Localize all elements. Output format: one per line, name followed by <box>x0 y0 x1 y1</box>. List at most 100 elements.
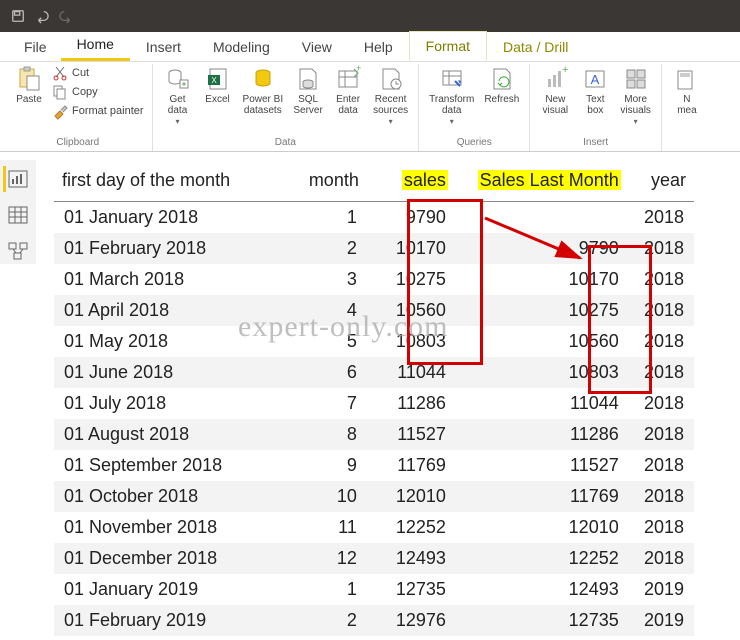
cell-c1: 01 November 2018 <box>54 512 293 543</box>
view-switcher <box>0 160 36 264</box>
group-calculations: N mea <box>662 64 712 151</box>
tab-home[interactable]: Home <box>61 30 130 61</box>
paste-button[interactable]: Paste <box>10 64 48 107</box>
new-visual-label: New visual <box>543 94 569 116</box>
text-box-button[interactable]: A Text box <box>576 64 614 118</box>
col-header-date[interactable]: first day of the month <box>54 164 293 202</box>
file-tab[interactable]: File <box>10 33 61 61</box>
table-row[interactable]: 01 June 2018611044108032018 <box>54 357 694 388</box>
ribbon-tabs: File Home Insert Modeling View Help Form… <box>0 32 740 62</box>
cell-c1: 01 December 2018 <box>54 543 293 574</box>
format-painter-button[interactable]: Format painter <box>50 102 146 120</box>
group-clipboard: Paste Cut Copy <box>4 64 153 151</box>
cell-c5: 2018 <box>629 295 694 326</box>
cell-c2: 2 <box>293 605 367 636</box>
table-row[interactable]: 01 August 2018811527112862018 <box>54 419 694 450</box>
get-data-button[interactable]: Get data ▾ <box>159 64 197 129</box>
cell-c1: 01 October 2018 <box>54 481 293 512</box>
copy-button[interactable]: Copy <box>50 83 146 101</box>
recent-sources-button[interactable]: Recent sources ▾ <box>369 64 412 129</box>
cell-c4: 12010 <box>456 512 629 543</box>
new-measure-button[interactable]: N mea <box>668 64 706 118</box>
tab-help[interactable]: Help <box>348 33 409 61</box>
model-view-button[interactable] <box>4 238 32 264</box>
col-header-sales[interactable]: sales <box>367 164 456 202</box>
excel-button[interactable]: X Excel <box>199 64 237 107</box>
cell-c5: 2018 <box>629 450 694 481</box>
paste-icon <box>16 66 42 92</box>
transform-data-button[interactable]: Transform data ▾ <box>425 64 478 129</box>
cell-c1: 01 March 2018 <box>54 264 293 295</box>
refresh-button[interactable]: Refresh <box>480 64 523 107</box>
tab-view[interactable]: View <box>286 33 348 61</box>
cell-c5: 2018 <box>629 357 694 388</box>
table-row[interactable]: 01 January 2019112735124932019 <box>54 574 694 605</box>
cell-c4: 10803 <box>456 357 629 388</box>
cell-c4 <box>456 202 629 234</box>
cell-c2: 2 <box>293 233 367 264</box>
group-label-insert: Insert <box>583 135 608 151</box>
col-header-year[interactable]: year <box>629 164 694 202</box>
cell-c4: 11527 <box>456 450 629 481</box>
chevron-down-icon: ▾ <box>389 116 393 127</box>
cut-button[interactable]: Cut <box>50 64 146 82</box>
cell-c5: 2018 <box>629 543 694 574</box>
group-queries: Transform data ▾ Refresh Queries <box>419 64 530 151</box>
more-visuals-button[interactable]: More visuals ▾ <box>616 64 655 129</box>
pbi-datasets-button[interactable]: Power BI datasets <box>239 64 288 118</box>
cell-c5: 2018 <box>629 388 694 419</box>
table-row[interactable]: 01 December 20181212493122522018 <box>54 543 694 574</box>
title-bar <box>0 0 740 32</box>
cell-c2: 3 <box>293 264 367 295</box>
cell-c3: 12010 <box>367 481 456 512</box>
tab-data-drill[interactable]: Data / Drill <box>487 33 584 61</box>
tab-format[interactable]: Format <box>409 31 487 61</box>
cell-c3: 9790 <box>367 202 456 234</box>
cell-c3: 12252 <box>367 512 456 543</box>
enter-data-button[interactable]: + Enter data <box>329 64 367 118</box>
cell-c4: 10560 <box>456 326 629 357</box>
cell-c5: 2018 <box>629 233 694 264</box>
table-row[interactable]: 01 November 20181112252120102018 <box>54 512 694 543</box>
table-row[interactable]: 01 February 2019212976127352019 <box>54 605 694 636</box>
brush-icon <box>52 103 68 119</box>
transform-data-icon <box>439 66 465 92</box>
refresh-icon <box>489 66 515 92</box>
table-row[interactable]: 01 October 20181012010117692018 <box>54 481 694 512</box>
sql-server-button[interactable]: SQL Server <box>289 64 327 118</box>
save-icon[interactable] <box>6 4 30 28</box>
new-visual-button[interactable]: + New visual <box>536 64 574 118</box>
cell-c1: 01 June 2018 <box>54 357 293 388</box>
cell-c4: 11044 <box>456 388 629 419</box>
get-data-icon <box>165 66 191 92</box>
chevron-down-icon: ▾ <box>634 116 638 127</box>
svg-text:+: + <box>562 64 568 76</box>
table-row[interactable]: 01 July 2018711286110442018 <box>54 388 694 419</box>
cell-c3: 11044 <box>367 357 456 388</box>
data-table[interactable]: first day of the month month sales Sales… <box>54 164 694 636</box>
data-view-button[interactable] <box>4 202 32 228</box>
undo-icon[interactable] <box>30 4 54 28</box>
tab-insert[interactable]: Insert <box>130 33 197 61</box>
cell-c4: 12493 <box>456 574 629 605</box>
cell-c4: 12735 <box>456 605 629 636</box>
new-measure-icon <box>674 66 700 92</box>
report-view-button[interactable] <box>3 166 31 192</box>
table-row[interactable]: 01 March 2018310275101702018 <box>54 264 694 295</box>
chevron-down-icon: ▾ <box>450 116 454 127</box>
cell-c4: 10170 <box>456 264 629 295</box>
col-header-sales-last-month[interactable]: Sales Last Month <box>456 164 629 202</box>
table-row[interactable]: 01 February 201821017097902018 <box>54 233 694 264</box>
new-visual-icon: + <box>542 66 568 92</box>
cell-c4: 12252 <box>456 543 629 574</box>
recent-sources-label: Recent sources <box>373 94 408 116</box>
pbi-datasets-icon <box>250 66 276 92</box>
table-row[interactable]: 01 September 2018911769115272018 <box>54 450 694 481</box>
table-row[interactable]: 01 January 2018197902018 <box>54 202 694 234</box>
redo-icon[interactable] <box>54 4 78 28</box>
tab-modeling[interactable]: Modeling <box>197 33 286 61</box>
cell-c3: 10170 <box>367 233 456 264</box>
cell-c5: 2018 <box>629 419 694 450</box>
more-visuals-icon <box>623 66 649 92</box>
col-header-month[interactable]: month <box>293 164 367 202</box>
